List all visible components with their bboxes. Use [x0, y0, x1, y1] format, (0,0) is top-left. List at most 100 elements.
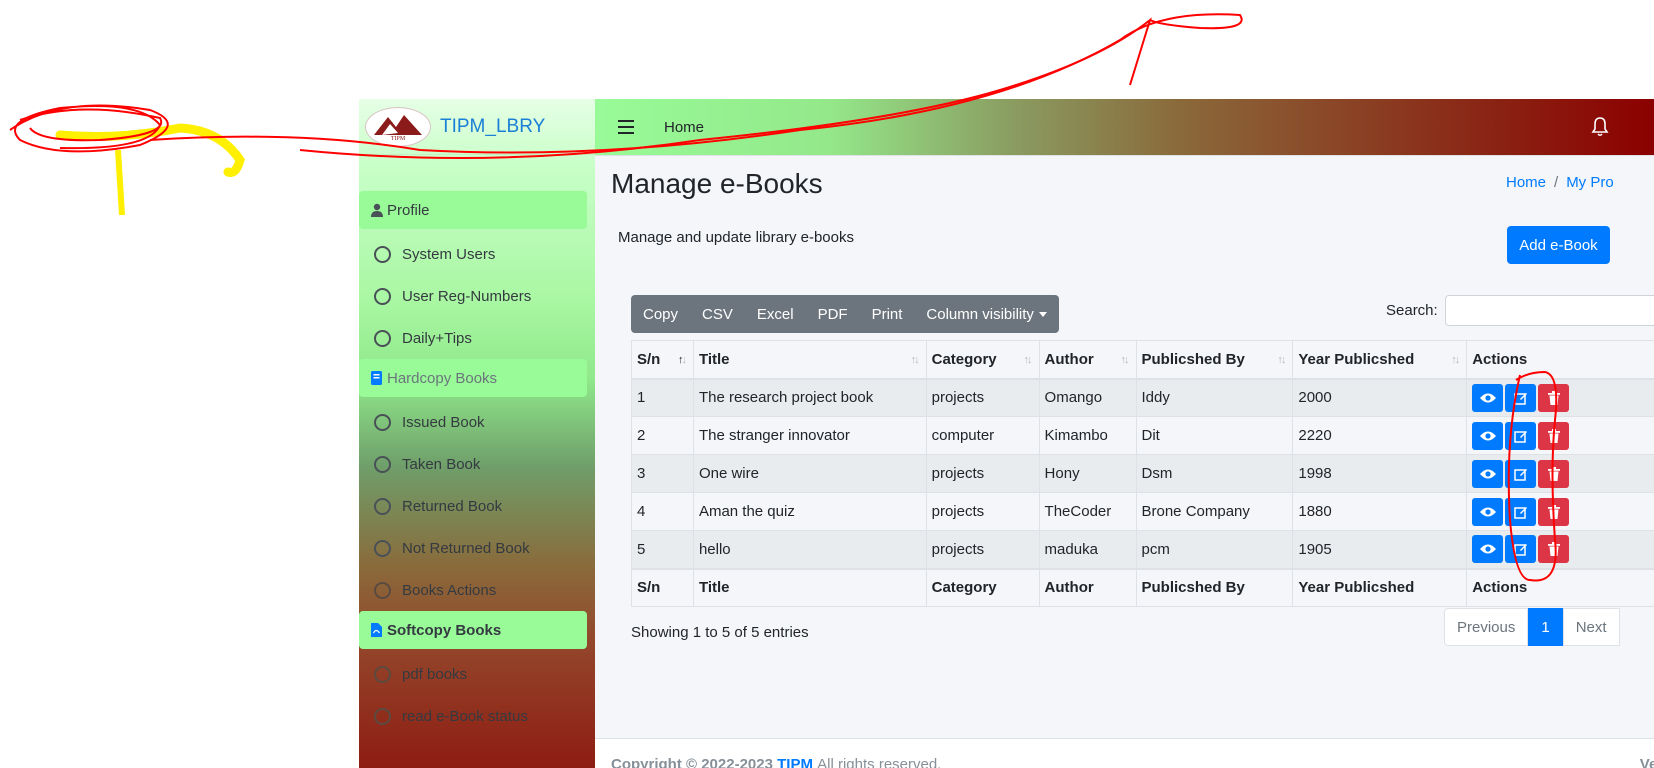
- table-footer-row: S/n Title Category Author Publicshed By …: [631, 567, 1654, 607]
- circle-icon: [374, 581, 391, 599]
- column-header-title[interactable]: Title ↑↓: [692, 340, 927, 380]
- sidebar-item-books-actions[interactable]: Books Actions: [359, 569, 595, 611]
- edit-button[interactable]: [1505, 497, 1537, 526]
- app-window: TIPM TIPM_LBRY Profile System Users User…: [359, 99, 1654, 768]
- csv-button[interactable]: CSV: [690, 295, 745, 333]
- circle-icon: [374, 413, 391, 431]
- table-cell: Dsm: [1135, 454, 1294, 493]
- table-row: 1 The research project book projects Omango…: [631, 378, 1654, 417]
- export-button-group: Copy CSV Excel PDF Print Column visibili…: [631, 295, 1059, 333]
- delete-button[interactable]: [1538, 459, 1570, 488]
- edit-button[interactable]: [1505, 421, 1537, 450]
- sidebar-item-pdf-books[interactable]: pdf books: [359, 653, 595, 695]
- circle-icon: [374, 665, 391, 683]
- ebooks-table: S/n ↑↓ Title ↑↓ Category ↑↓ Author ↑↓ Public…: [631, 340, 1654, 607]
- sidebar-item-system-users[interactable]: System Users: [359, 233, 595, 275]
- edit-button[interactable]: [1505, 383, 1537, 412]
- breadcrumb-current[interactable]: My Pro: [1566, 174, 1614, 191]
- table-cell: Iddy: [1135, 378, 1294, 417]
- eye-icon: [1479, 393, 1496, 403]
- copy-button[interactable]: Copy: [631, 295, 690, 333]
- trash-icon: [1547, 504, 1560, 519]
- table-cell: Hony: [1038, 454, 1137, 493]
- column-header-category[interactable]: Category ↑↓: [925, 340, 1040, 380]
- print-button[interactable]: Print: [860, 295, 915, 333]
- column-header-author[interactable]: Author ↑↓: [1038, 340, 1137, 380]
- table-cell: The stranger innovator: [692, 416, 927, 455]
- sidebar-item-label: Books Actions: [402, 581, 497, 599]
- footer-cell: Year Publicshed: [1292, 567, 1468, 607]
- view-button[interactable]: [1472, 535, 1504, 564]
- previous-page-button[interactable]: Previous: [1444, 608, 1529, 646]
- sidebar-item-label: User Reg-Numbers: [402, 287, 532, 305]
- sort-icon: ↑↓: [1451, 354, 1460, 366]
- nav-home-link[interactable]: Home: [664, 119, 704, 136]
- sidebar-item-not-returned-book[interactable]: Not Returned Book: [359, 527, 595, 569]
- delete-button[interactable]: [1538, 497, 1570, 526]
- sidebar-header-hardcopy[interactable]: Hardcopy Books: [359, 359, 587, 397]
- sidebar-header-label: Softcopy Books: [387, 621, 502, 639]
- sidebar-item-daily-tips[interactable]: Daily+Tips: [359, 317, 595, 359]
- column-visibility-button[interactable]: Column visibility: [914, 295, 1059, 333]
- bell-icon[interactable]: [1591, 117, 1609, 137]
- search-input[interactable]: [1445, 295, 1654, 326]
- excel-button[interactable]: Excel: [745, 295, 806, 333]
- main-content: Manage e-Books Home / My Pro Manage and up…: [595, 156, 1654, 768]
- next-page-button[interactable]: Next: [1562, 608, 1620, 646]
- column-header-published-by[interactable]: Publicshed By ↑↓: [1135, 340, 1294, 380]
- view-button[interactable]: [1472, 421, 1504, 450]
- sort-icon: ↑↓: [1023, 354, 1033, 366]
- column-header-sn[interactable]: S/n ↑↓: [631, 340, 694, 380]
- circle-icon: [374, 497, 391, 515]
- footer-cell: Title: [692, 567, 927, 607]
- table-row: 2 The stranger innovator computer Kimambo Di…: [631, 416, 1654, 455]
- eye-icon: [1479, 431, 1496, 440]
- view-button[interactable]: [1472, 459, 1504, 488]
- sort-icon: ↑↓: [1120, 354, 1130, 366]
- table-header-row: S/n ↑↓ Title ↑↓ Category ↑↓ Author ↑↓ Public…: [631, 340, 1654, 380]
- delete-button[interactable]: [1538, 383, 1570, 412]
- add-ebook-button[interactable]: Add e-Book: [1507, 226, 1610, 264]
- sidebar-item-issued-book[interactable]: Issued Book: [359, 401, 595, 443]
- circle-icon: [374, 329, 391, 347]
- column-header-year[interactable]: Year Publicshed ↑↓: [1292, 340, 1468, 380]
- view-button[interactable]: [1472, 497, 1504, 526]
- footer-org-link[interactable]: TIPM: [777, 756, 813, 768]
- table-cell: Omango: [1038, 378, 1137, 417]
- top-navbar: Home: [595, 99, 1654, 156]
- edit-button[interactable]: [1505, 535, 1537, 564]
- table-cell: Kimambo: [1038, 416, 1137, 455]
- page-1-button[interactable]: 1: [1528, 608, 1563, 646]
- circle-icon: [374, 287, 391, 305]
- table-cell: TheCoder: [1038, 492, 1137, 531]
- delete-button[interactable]: [1538, 421, 1570, 450]
- pagination: Previous 1 Next: [1444, 608, 1620, 646]
- footer-cell: S/n: [631, 567, 694, 607]
- delete-button[interactable]: [1538, 535, 1570, 564]
- sidebar-header-softcopy[interactable]: Softcopy Books: [359, 611, 587, 649]
- edit-button[interactable]: [1505, 459, 1537, 488]
- sidebar-item-returned-book[interactable]: Returned Book: [359, 485, 595, 527]
- table-row: 4 Aman the quiz projects TheCoder Brone Comp…: [631, 492, 1654, 531]
- sidebar-item-read-ebook-status[interactable]: read e-Book status: [359, 695, 595, 737]
- footer-cell: Author: [1038, 567, 1137, 607]
- sidebar-item-taken-book[interactable]: Taken Book: [359, 443, 595, 485]
- table-cell: 5: [631, 530, 694, 569]
- circle-icon: [374, 455, 391, 473]
- breadcrumb-home[interactable]: Home: [1506, 174, 1546, 191]
- pdf-file-icon: [370, 623, 383, 638]
- trash-icon: [1547, 466, 1560, 481]
- column-header-actions[interactable]: Actions↑↓: [1466, 340, 1654, 380]
- eye-icon: [1479, 544, 1496, 554]
- sidebar-header-profile[interactable]: Profile: [359, 191, 587, 229]
- view-button[interactable]: [1472, 383, 1504, 412]
- brand-link[interactable]: TIPM TIPM_LBRY: [359, 99, 595, 155]
- eye-icon: [1479, 469, 1496, 478]
- table-cell: 2: [631, 416, 694, 455]
- sidebar-item-user-reg-numbers[interactable]: User Reg-Numbers: [359, 275, 595, 317]
- sidebar-item-label: Returned Book: [402, 497, 503, 515]
- sort-icon: ↑↓: [1277, 354, 1286, 366]
- pdf-button[interactable]: PDF: [806, 295, 860, 333]
- menu-toggle-icon[interactable]: [618, 120, 634, 134]
- copyright-text: Copyright © 2022-2023 TIPM All rights re…: [611, 756, 941, 768]
